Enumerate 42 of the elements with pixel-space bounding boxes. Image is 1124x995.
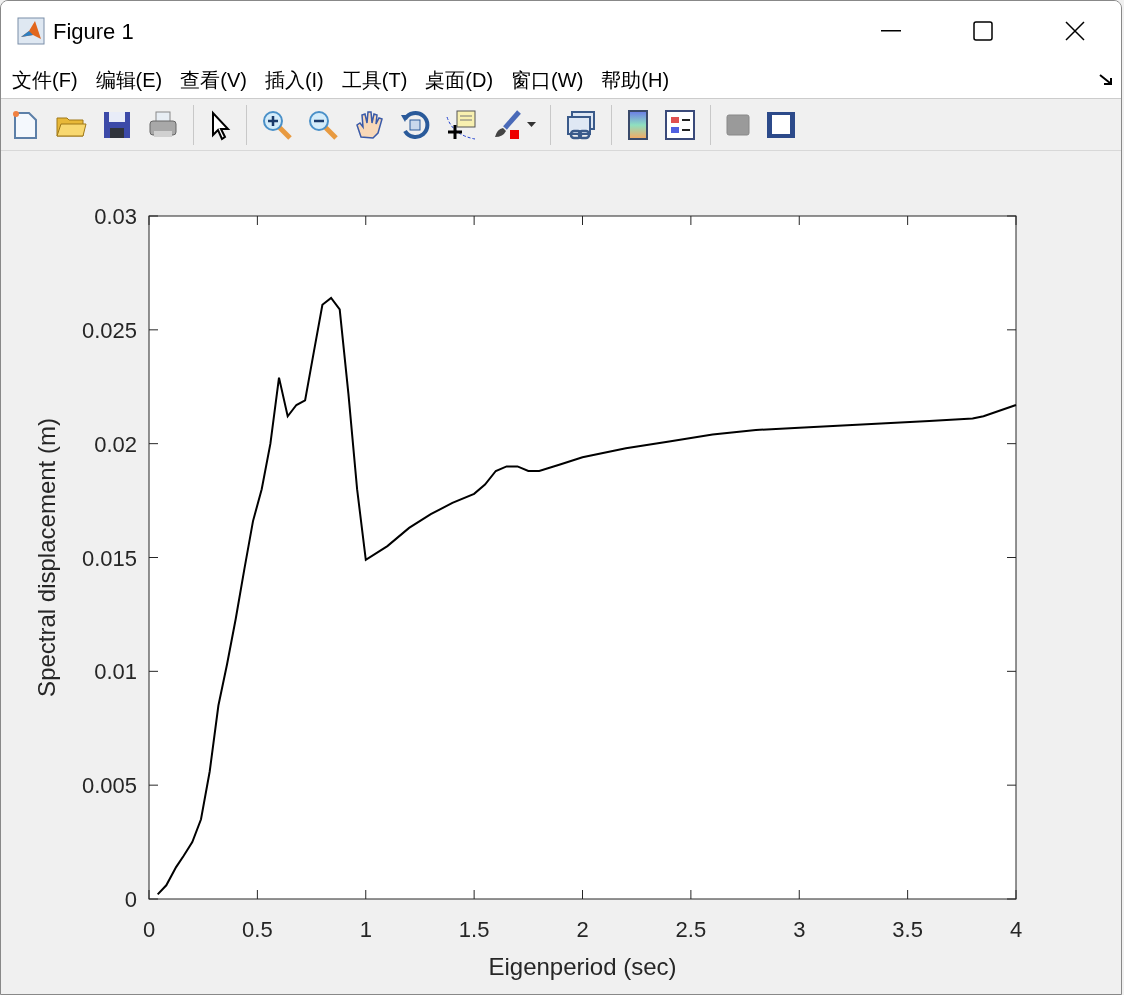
menu-item[interactable]: 工具(T) [340, 64, 409, 95]
menu-item[interactable]: 插入(I) [263, 64, 325, 95]
x-tick-label: 2.5 [675, 917, 707, 942]
y-tick-label: 0.02 [94, 431, 137, 457]
x-tick-label: 1.5 [458, 917, 490, 942]
y-tick-label: 0.025 [81, 317, 137, 343]
y-tick-label: 0 [124, 887, 137, 912]
x-axis-label: Eigenperiod (sec) [488, 953, 677, 980]
dropdown-caret-icon[interactable] [527, 122, 536, 127]
menu-item[interactable]: 桌面(D) [424, 64, 495, 95]
legend-icon[interactable] [664, 108, 696, 141]
link-plot-icon[interactable] [565, 108, 597, 141]
menu-item[interactable]: 编辑(E) [94, 64, 164, 95]
menu-item[interactable]: 帮助(H) [600, 64, 671, 95]
y-tick-label: 0.03 [94, 204, 137, 229]
menu-item[interactable]: 查看(V) [179, 64, 248, 95]
maximize-icon [973, 21, 993, 41]
minimize-icon [881, 30, 901, 32]
window-title: Figure 1 [53, 17, 134, 46]
app-logo-icon [17, 17, 45, 45]
pan-hand-icon[interactable] [353, 108, 385, 141]
rotate-icon[interactable] [399, 108, 431, 141]
x-tick-label: 1 [359, 917, 372, 942]
data-cursor-icon[interactable] [445, 108, 477, 141]
menu-overflow-icon[interactable] [1099, 73, 1113, 86]
x-tick-label: 2 [576, 917, 589, 942]
zoom-in-icon[interactable] [261, 108, 293, 141]
hide-plot-tools-icon[interactable] [725, 111, 751, 138]
menu-item[interactable]: 窗口(W) [510, 64, 585, 95]
colorbar-icon[interactable] [626, 108, 650, 141]
zoom-out-icon[interactable] [307, 108, 339, 141]
x-tick-label: 4 [1009, 917, 1023, 942]
y-tick-label: 0.015 [81, 545, 137, 571]
close-icon [1065, 21, 1085, 41]
x-tick-label: 3.5 [892, 917, 923, 942]
menu-item[interactable]: 文件(F) [11, 64, 79, 95]
y-tick-label: 0.01 [94, 659, 137, 685]
x-tick-label: 3 [793, 917, 806, 942]
x-tick-label: 0.5 [242, 917, 273, 942]
y-tick-label: 0.005 [81, 773, 137, 799]
y-axis-label: Spectral displacement (m) [33, 418, 60, 697]
x-tick-label: 0 [142, 917, 156, 942]
